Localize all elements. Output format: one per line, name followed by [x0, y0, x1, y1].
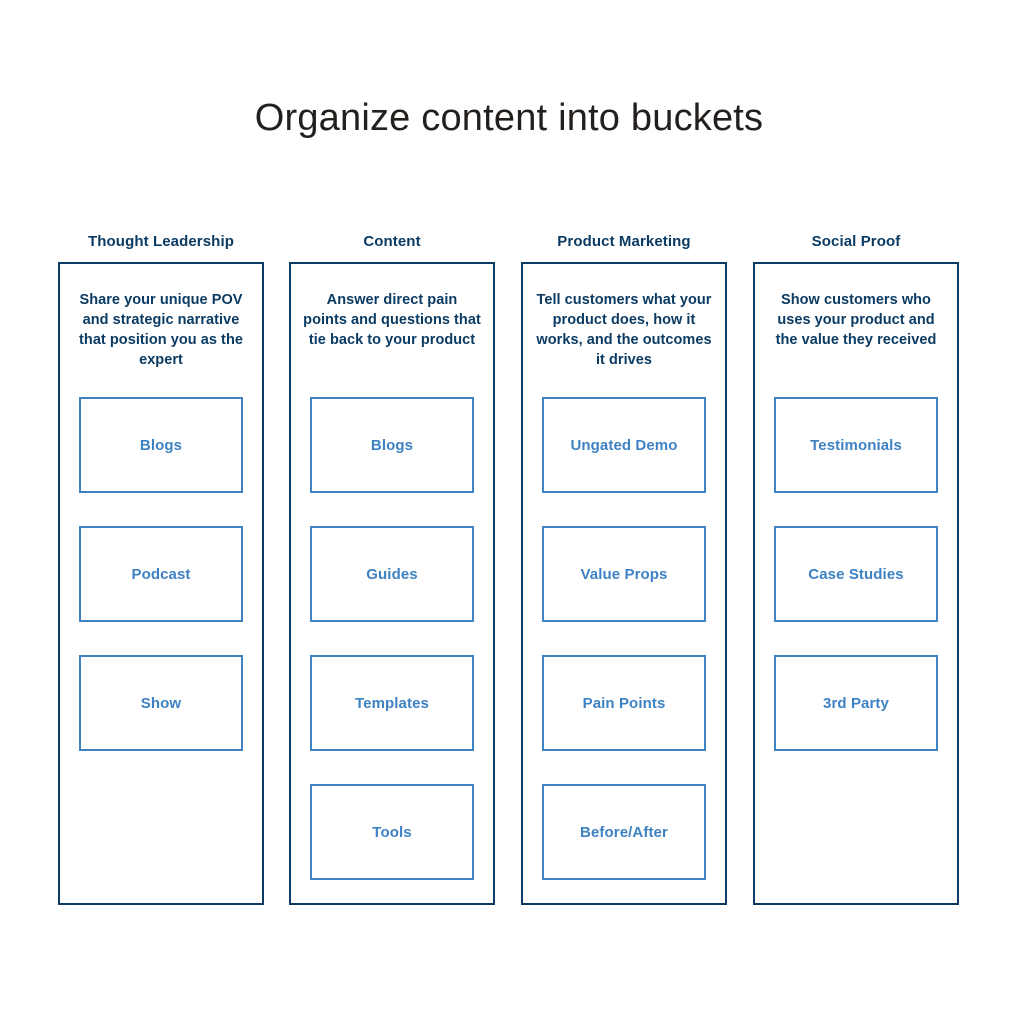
bucket-item-label: Blogs: [139, 436, 183, 454]
column-header: Thought Leadership: [88, 233, 234, 250]
column-description: Answer direct pain points and questions …: [303, 292, 481, 348]
bucket-item-label: Podcast: [131, 565, 191, 583]
bucket-item-label: Tools: [372, 823, 412, 841]
diagram-canvas: Organize content into buckets Thought Le…: [0, 0, 1018, 1018]
column-description: Share your unique POV and strategic narr…: [79, 292, 243, 368]
bucket-item-label: Blogs: [370, 436, 414, 454]
column-description: Show customers who uses your product and…: [775, 292, 937, 348]
bucket-item-label: Case Studies: [808, 565, 904, 583]
column-header: Social Proof: [811, 233, 901, 250]
bucket-item[interactable]: Value Props: [542, 526, 706, 622]
bucket-item-label: Templates: [355, 694, 429, 712]
column-items: Testimonials Case Studies 3rd Party: [755, 397, 957, 784]
bucket-item-label: Value Props: [580, 565, 668, 583]
column-items: Blogs Guides Templates Tools: [291, 397, 493, 913]
bucket-item-label: Testimonials: [810, 436, 902, 454]
bucket-item[interactable]: Podcast: [79, 526, 243, 622]
column-container: Show customers who uses your product and…: [753, 262, 959, 905]
bucket-column-thought-leadership: Thought Leadership Share your unique POV…: [58, 232, 264, 905]
bucket-item[interactable]: Before/After: [542, 784, 706, 880]
bucket-column-product-marketing: Product Marketing Tell customers what yo…: [521, 232, 727, 905]
bucket-item-label: Ungated Demo: [570, 436, 678, 454]
bucket-item[interactable]: Tools: [310, 784, 474, 880]
bucket-item-label: Guides: [366, 565, 418, 583]
column-items: Blogs Podcast Show: [60, 397, 262, 784]
bucket-item[interactable]: Testimonials: [774, 397, 938, 493]
bucket-item[interactable]: Pain Points: [542, 655, 706, 751]
bucket-item[interactable]: Case Studies: [774, 526, 938, 622]
column-header: Content: [363, 233, 421, 250]
bucket-item[interactable]: Guides: [310, 526, 474, 622]
column-header: Product Marketing: [557, 233, 691, 250]
bucket-item[interactable]: Show: [79, 655, 243, 751]
bucket-item-label: 3rd Party: [823, 694, 889, 712]
bucket-item-label: Pain Points: [582, 694, 666, 712]
column-description: Tell customers what your product does, h…: [536, 292, 712, 368]
page-title: Organize content into buckets: [254, 97, 764, 139]
column-container: Answer direct pain points and questions …: [289, 262, 495, 905]
column-container: Share your unique POV and strategic narr…: [58, 262, 264, 905]
column-container: Tell customers what your product does, h…: [521, 262, 727, 905]
column-items: Ungated Demo Value Props Pain Points Bef…: [523, 397, 725, 913]
bucket-column-social-proof: Social Proof Show customers who uses you…: [753, 232, 959, 905]
bucket-item[interactable]: Blogs: [310, 397, 474, 493]
bucket-column-content: Content Answer direct pain points and qu…: [289, 232, 495, 905]
bucket-item-label: Show: [140, 694, 182, 712]
bucket-item-label: Before/After: [580, 823, 668, 841]
bucket-item[interactable]: Templates: [310, 655, 474, 751]
bucket-item[interactable]: Ungated Demo: [542, 397, 706, 493]
bucket-item[interactable]: Blogs: [79, 397, 243, 493]
bucket-item[interactable]: 3rd Party: [774, 655, 938, 751]
